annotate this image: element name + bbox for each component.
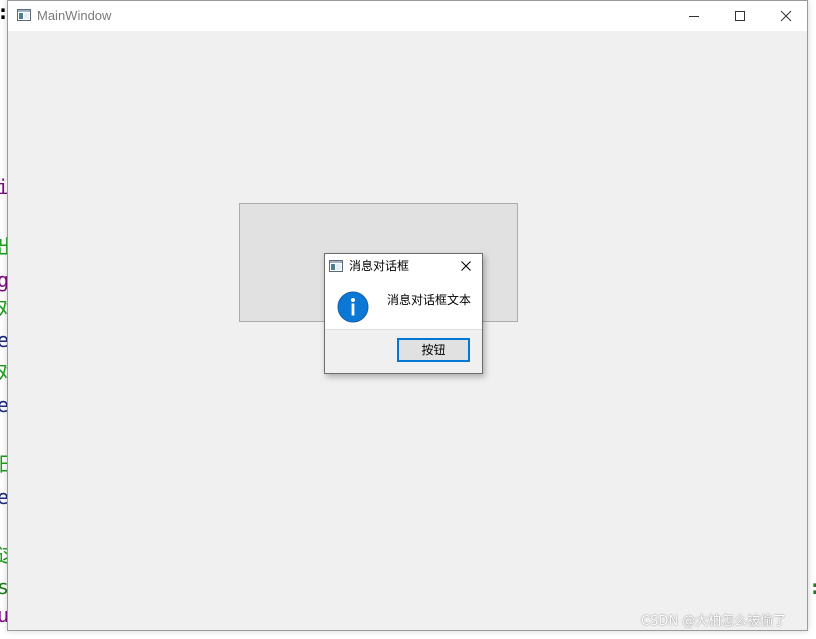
dialog-titlebar[interactable]: 消息对话框 [325,254,482,278]
close-icon [780,10,792,22]
dialog-close-button[interactable] [456,257,476,275]
minimize-icon [689,16,699,17]
minimize-button[interactable] [671,1,717,31]
message-dialog: 消息对话框 消息对话框文本 按钮 [324,253,483,374]
watermark: CSDN @大柏怎么被偷了 [641,614,787,629]
close-icon [461,261,471,271]
dialog-title: 消息对话框 [349,259,410,273]
application-icon [17,9,31,21]
dialog-app-icon [329,260,343,272]
dialog-message-text: 消息对话框文本 [387,293,472,307]
maximize-button[interactable] [717,1,763,31]
screen: : i 出 g 对 e 对 e 日 e 这 s u : MainWindow [0,0,816,639]
code-fragment: : [809,577,816,597]
close-button[interactable] [763,1,809,31]
main-window-titlebar[interactable]: MainWindow [8,1,807,31]
dialog-ok-button[interactable]: 按钮 [397,338,470,362]
maximize-icon [735,11,745,21]
dialog-body: 消息对话框文本 [325,278,482,329]
background-code-editor-right: : [809,0,816,639]
dialog-button-area: 按钮 [325,329,482,373]
information-icon [337,291,369,323]
window-title: MainWindow [37,8,112,23]
